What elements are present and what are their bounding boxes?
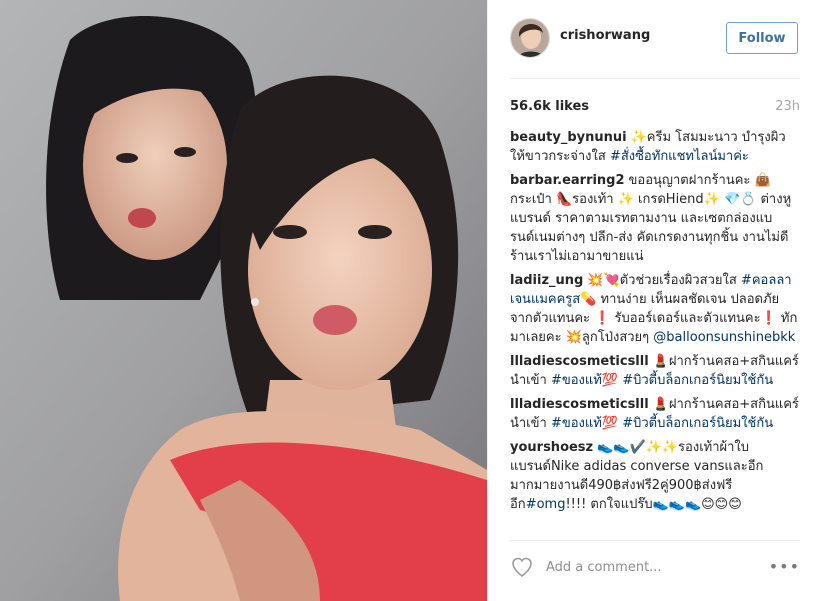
comment-item: barbar.earring2 ขออนุญาตฝากร้านคะ 👜 กระเป… — [510, 171, 800, 266]
post-header: crishorwang Follow — [510, 14, 800, 64]
comment-item: yourshoesz 👟👟✔️✨✨รองเท้าผ้าใบแบรนด์Nike a… — [510, 438, 800, 514]
comment-hashtag[interactable]: #ของแท้💯 — [551, 416, 618, 431]
post-details-panel: crishorwang Follow 56.6k likes 23h beaut… — [487, 0, 824, 601]
post-time[interactable]: 23h — [775, 99, 800, 114]
more-options-icon[interactable]: ••• — [769, 557, 800, 576]
avatar-image — [511, 19, 549, 57]
heart-icon[interactable] — [510, 555, 534, 579]
header-divider — [510, 78, 800, 79]
comment-item: llladiescosmeticslll 💄ฝากร้านคสอ+สกินแคร์… — [510, 352, 800, 390]
comment-text-continued: !!!! ตกใจแปร๊บ👟👟👟😊😊😊 — [565, 497, 742, 512]
follow-button[interactable]: Follow — [726, 22, 798, 54]
comments-list: beauty_bynunui ✨ครีม โสมมะนาว บำรุงผิวให้… — [510, 128, 800, 519]
comment-mention[interactable]: @balloonsunshinebkk — [653, 330, 795, 345]
comment-hashtag[interactable]: #ของแท้💯 — [551, 373, 618, 388]
comment-username[interactable]: ladiiz_ung — [510, 273, 583, 288]
comment-item: beauty_bynunui ✨ครีม โสมมะนาว บำรุงผิวให้… — [510, 128, 800, 166]
likes-count[interactable]: 56.6k likes — [510, 99, 589, 114]
comment-hashtag[interactable]: #สั่งซื้อทักแชทไลน์มาค่ะ — [610, 149, 749, 164]
comment-username[interactable]: llladiescosmeticslll — [510, 397, 649, 412]
comment-text: 💥💘ตัวช่วยเรื่องผิวสวยใส — [587, 273, 737, 288]
comment-bar-divider — [510, 540, 800, 541]
add-comment-input[interactable] — [546, 556, 756, 578]
comment-item: ladiiz_ung 💥💘ตัวช่วยเรื่องผิวสวยใส #คอลลา… — [510, 271, 800, 347]
photo-illustration — [0, 0, 487, 601]
comment-username[interactable]: beauty_bynunui — [510, 130, 627, 145]
comment-hashtag[interactable]: #บิวตี้บล็อกเกอร์นิยมใช้กัน — [622, 373, 773, 388]
comment-bar: ••• — [510, 553, 800, 583]
likes-row: 56.6k likes 23h — [510, 96, 800, 116]
comment-hashtag[interactable]: #omg — [526, 497, 566, 512]
comment-username[interactable]: llladiescosmeticslll — [510, 354, 649, 369]
comment-hashtag[interactable]: #บิวตี้บล็อกเกอร์นิยมใช้กัน — [622, 416, 773, 431]
comment-item: llladiescosmeticslll 💄ฝากร้านคสอ+สกินแคร์… — [510, 395, 800, 433]
username-link[interactable]: crishorwang — [560, 28, 650, 43]
avatar[interactable] — [510, 18, 550, 58]
comment-username[interactable]: yourshoesz — [510, 440, 593, 455]
post-photo[interactable] — [0, 0, 487, 601]
comment-username[interactable]: barbar.earring2 — [510, 173, 625, 188]
